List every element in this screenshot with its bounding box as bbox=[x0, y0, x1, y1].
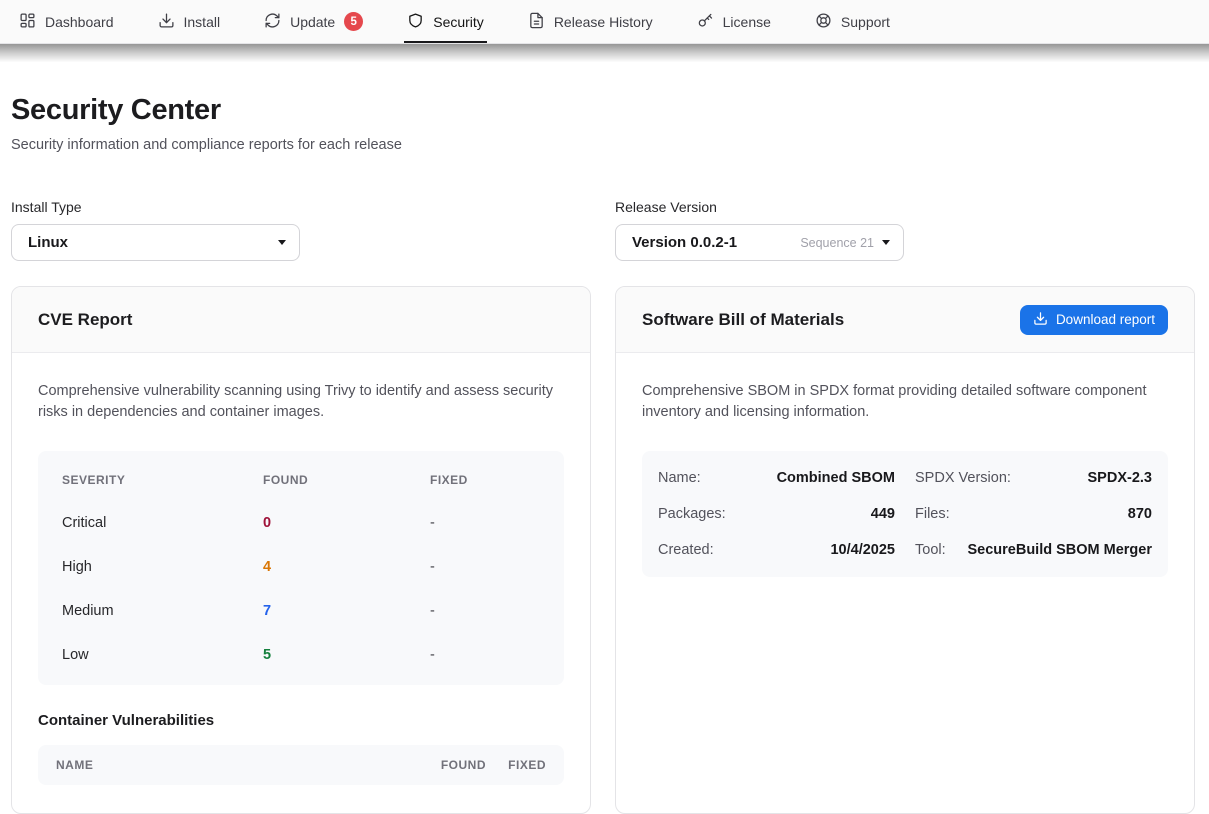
file-text-icon bbox=[528, 12, 545, 32]
field-value: 449 bbox=[871, 506, 895, 522]
field-value: SecureBuild SBOM Merger bbox=[967, 542, 1152, 558]
nav-item-dashboard[interactable]: Dashboard bbox=[16, 0, 117, 43]
sbom-field-packages: Packages: 449 bbox=[658, 496, 895, 532]
cve-report-title: CVE Report bbox=[38, 310, 132, 330]
container-vulnerabilities-title: Container Vulnerabilities bbox=[38, 712, 564, 729]
sbom-description: Comprehensive SBOM in SPDX format provid… bbox=[642, 381, 1168, 424]
nav-label: License bbox=[723, 14, 771, 30]
page-subtitle: Security information and compliance repo… bbox=[11, 137, 1195, 153]
field-label: Tool: bbox=[915, 542, 946, 558]
nav-item-update[interactable]: Update 5 bbox=[261, 0, 366, 43]
found-count: 4 bbox=[263, 559, 430, 575]
sbom-field-spdx-version: SPDX Version: SPDX-2.3 bbox=[915, 460, 1152, 496]
severity-label: Critical bbox=[62, 515, 263, 531]
nav-item-release-history[interactable]: Release History bbox=[525, 0, 656, 43]
nav-item-install[interactable]: Install bbox=[155, 0, 224, 43]
field-value: SPDX-2.3 bbox=[1088, 470, 1152, 486]
release-version-value: Version 0.0.2-1 bbox=[632, 234, 800, 251]
name-column-header: Name bbox=[56, 758, 406, 772]
severity-label: Low bbox=[62, 647, 263, 663]
field-value: Combined SBOM bbox=[777, 470, 895, 486]
nav-label: Security bbox=[433, 14, 484, 30]
nav-label: Install bbox=[184, 14, 221, 30]
sbom-field-created: Created: 10/4/2025 bbox=[658, 532, 895, 568]
download-icon bbox=[1033, 311, 1048, 329]
field-label: Created: bbox=[658, 542, 714, 558]
severity-row-low: Low 5 - bbox=[62, 633, 540, 677]
install-type-filter: Install Type Linux bbox=[11, 199, 591, 261]
severity-label: High bbox=[62, 559, 263, 575]
fixed-count: - bbox=[430, 559, 540, 575]
severity-label: Medium bbox=[62, 603, 263, 619]
nav-label: Dashboard bbox=[45, 14, 114, 30]
found-column-header: Found bbox=[263, 473, 430, 487]
fixed-count: - bbox=[430, 515, 540, 531]
release-version-select[interactable]: Version 0.0.2-1 Sequence 21 bbox=[615, 224, 904, 261]
found-count: 5 bbox=[263, 647, 430, 663]
main-content: Security Center Security information and… bbox=[0, 94, 1209, 814]
release-version-label: Release Version bbox=[615, 199, 1195, 215]
found-count: 0 bbox=[263, 515, 430, 531]
sbom-field-tool: Tool: SecureBuild SBOM Merger bbox=[915, 532, 1152, 568]
caret-down-icon bbox=[882, 240, 890, 245]
severity-row-critical: Critical 0 - bbox=[62, 501, 540, 545]
install-type-value: Linux bbox=[28, 234, 278, 251]
severity-row-high: High 4 - bbox=[62, 545, 540, 589]
field-label: Packages: bbox=[658, 506, 726, 522]
top-nav: Dashboard Install Update 5 Security Rele… bbox=[0, 0, 1209, 44]
nav-item-license[interactable]: License bbox=[694, 0, 774, 43]
cve-report-header: CVE Report bbox=[12, 287, 590, 353]
shield-icon bbox=[407, 12, 424, 32]
download-report-label: Download report bbox=[1056, 312, 1155, 327]
install-type-label: Install Type bbox=[11, 199, 591, 215]
install-type-select[interactable]: Linux bbox=[11, 224, 300, 261]
caret-down-icon bbox=[278, 240, 286, 245]
cards-row: CVE Report Comprehensive vulnerability s… bbox=[11, 286, 1195, 814]
nav-item-support[interactable]: Support bbox=[812, 0, 893, 43]
container-vulnerabilities-table-header: Name Found Fixed bbox=[38, 745, 564, 785]
sbom-header: Software Bill of Materials Download repo… bbox=[616, 287, 1194, 353]
download-report-button[interactable]: Download report bbox=[1020, 305, 1168, 335]
sequence-label: Sequence 21 bbox=[800, 236, 874, 250]
field-value: 10/4/2025 bbox=[830, 542, 895, 558]
fixed-count: - bbox=[430, 647, 540, 663]
field-label: Files: bbox=[915, 506, 950, 522]
sbom-title: Software Bill of Materials bbox=[642, 310, 844, 330]
severity-table-header: Severity Found Fixed bbox=[62, 459, 540, 501]
update-count-badge: 5 bbox=[344, 12, 363, 31]
severity-column-header: Severity bbox=[62, 473, 263, 487]
sbom-field-files: Files: 870 bbox=[915, 496, 1152, 532]
life-buoy-icon bbox=[815, 12, 832, 32]
nav-label: Update bbox=[290, 14, 335, 30]
severity-table: Severity Found Fixed Critical 0 - High 4… bbox=[38, 451, 564, 685]
severity-row-medium: Medium 7 - bbox=[62, 589, 540, 633]
dashboard-grid-icon bbox=[19, 12, 36, 32]
found-count: 7 bbox=[263, 603, 430, 619]
cve-report-body: Comprehensive vulnerability scanning usi… bbox=[12, 353, 590, 813]
key-icon bbox=[697, 12, 714, 32]
filters-row: Install Type Linux Release Version Versi… bbox=[11, 199, 1195, 261]
field-label: Name: bbox=[658, 470, 701, 486]
refresh-icon bbox=[264, 12, 281, 32]
cve-report-description: Comprehensive vulnerability scanning usi… bbox=[38, 381, 564, 424]
nav-item-security[interactable]: Security bbox=[404, 0, 487, 43]
sbom-body: Comprehensive SBOM in SPDX format provid… bbox=[616, 353, 1194, 605]
field-value: 870 bbox=[1128, 506, 1152, 522]
sbom-info-box: Name: Combined SBOM SPDX Version: SPDX-2… bbox=[642, 451, 1168, 577]
found-column-header: Found bbox=[406, 758, 486, 772]
nav-label: Support bbox=[841, 14, 890, 30]
nav-label: Release History bbox=[554, 14, 653, 30]
release-version-filter: Release Version Version 0.0.2-1 Sequence… bbox=[615, 199, 1195, 261]
nav-shadow-band bbox=[0, 44, 1209, 62]
download-icon bbox=[158, 12, 175, 32]
sbom-field-name: Name: Combined SBOM bbox=[658, 460, 895, 496]
fixed-count: - bbox=[430, 603, 540, 619]
fixed-column-header: Fixed bbox=[430, 473, 540, 487]
page-title: Security Center bbox=[11, 94, 1195, 127]
fixed-column-header: Fixed bbox=[486, 758, 546, 772]
field-label: SPDX Version: bbox=[915, 470, 1011, 486]
cve-report-card: CVE Report Comprehensive vulnerability s… bbox=[11, 286, 591, 814]
sbom-card: Software Bill of Materials Download repo… bbox=[615, 286, 1195, 814]
